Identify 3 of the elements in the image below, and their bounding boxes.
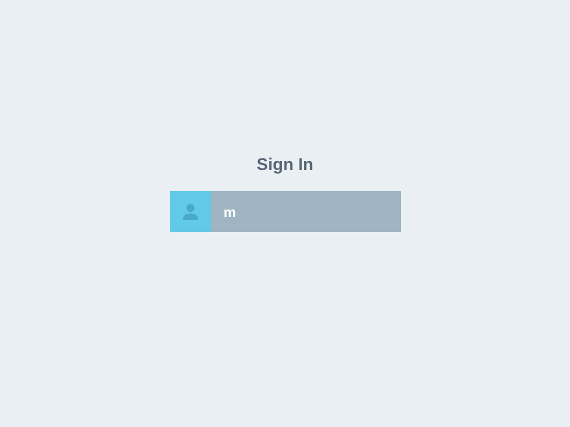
sign-in-heading: Sign In — [256, 154, 314, 176]
username-field[interactable]: m — [210, 191, 400, 232]
user-icon — [170, 191, 210, 232]
